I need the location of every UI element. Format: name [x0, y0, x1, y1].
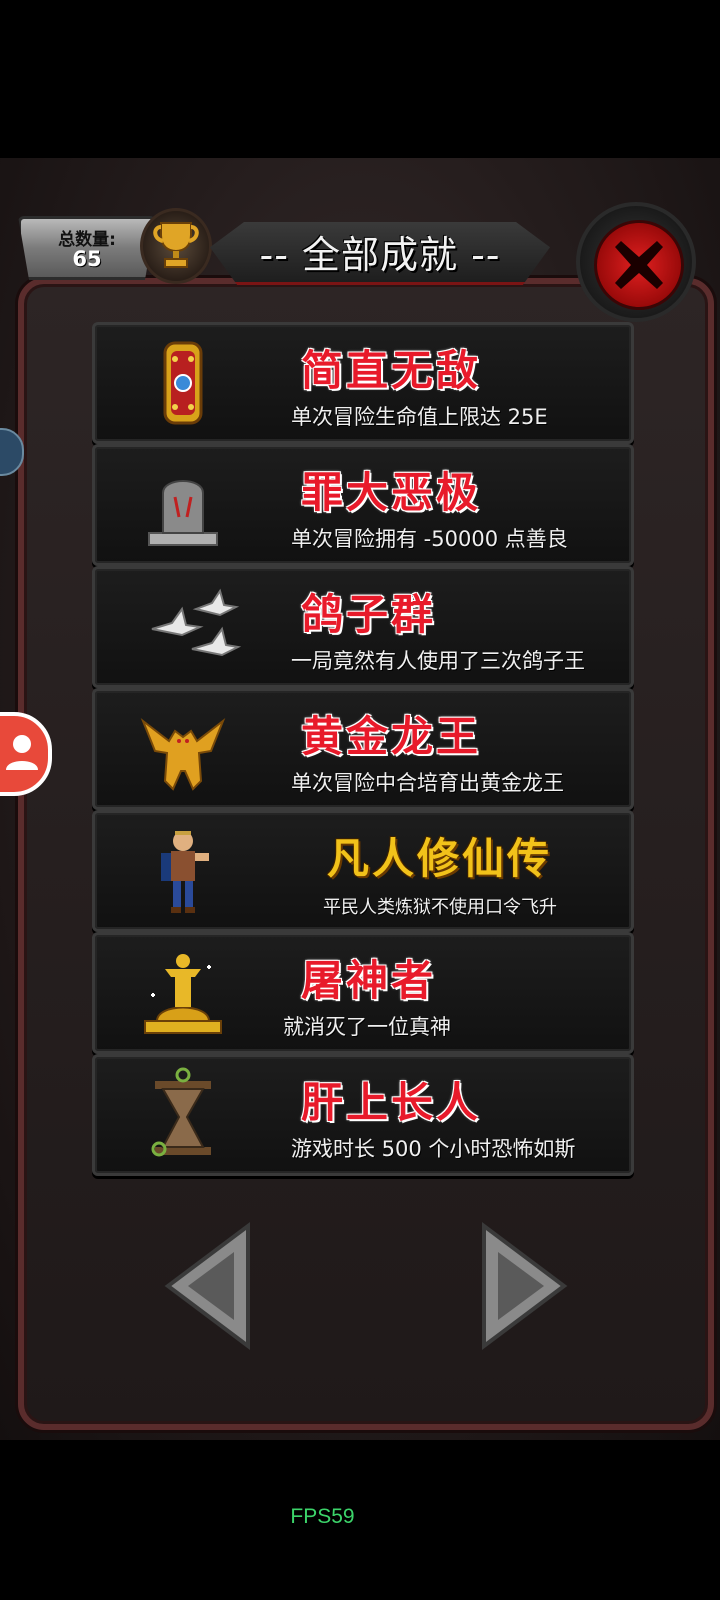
achievement-desc: 一局竟然有人使用了三次鸽子王	[291, 649, 585, 673]
achievement-card[interactable]: 鸽子群 一局竟然有人使用了三次鸽子王	[92, 566, 634, 688]
trophy-badge	[140, 208, 212, 284]
achievement-card[interactable]: 屠神者 就消灭了一位真神	[92, 932, 634, 1054]
golden-statue-icon	[144, 954, 222, 1034]
achievement-desc: 单次冒险中合培育出黄金龙王	[291, 771, 564, 795]
arrow-left-icon	[164, 1222, 250, 1350]
achievement-desc: 平民人类炼狱不使用口令飞升	[323, 897, 557, 918]
user-icon	[6, 735, 38, 770]
achievement-card[interactable]: 肝上长人 游戏时长 500 个小时恐怖如斯	[92, 1054, 634, 1176]
page-title: -- 全部成就 --	[259, 233, 501, 277]
achievement-desc: 游戏时长 500 个小时恐怖如斯	[291, 1137, 576, 1161]
achievement-title: 肝上长人	[301, 1078, 482, 1127]
prev-page-button[interactable]	[164, 1222, 254, 1350]
achievement-card[interactable]: 黄金龙王 单次冒险中合培育出黄金龙王	[92, 688, 634, 810]
achievement-title: 罪大恶极	[301, 468, 482, 517]
peasant-icon	[161, 831, 209, 913]
count-value: 65	[72, 247, 102, 271]
achievement-card[interactable]: 凡人修仙传 平民人类炼狱不使用口令飞升	[92, 810, 634, 932]
count-plate: 总数量: 65	[18, 216, 156, 280]
hourglass-icon	[151, 1067, 211, 1157]
next-page-button[interactable]	[478, 1222, 568, 1350]
achievement-desc: 就消灭了一位真神	[283, 1015, 451, 1039]
achievement-card[interactable]: 简直无敌 单次冒险生命值上限达 25E	[92, 322, 634, 444]
achievement-title: 简直无敌	[301, 346, 482, 395]
close-button[interactable]	[576, 202, 696, 322]
pigeon-flock-icon	[151, 588, 242, 657]
header: 总数量: 65 -- 全部成就 --	[0, 196, 720, 476]
achievement-desc: 单次冒险拥有 -50000 点善良	[291, 527, 568, 551]
achievement-title: 黄金龙王	[301, 712, 482, 761]
close-icon	[615, 241, 663, 289]
achievement-desc: 单次冒险生命值上限达 25E	[291, 405, 548, 429]
close-button-face[interactable]	[594, 220, 684, 310]
fps-counter: FPS59	[290, 1505, 355, 1528]
achievement-title: 凡人修仙传	[327, 834, 553, 883]
golden-shield-icon	[163, 341, 203, 425]
arrow-right-icon	[482, 1222, 568, 1350]
achievement-title: 屠神者	[301, 956, 437, 1005]
achievement-card[interactable]: 罪大恶极 单次冒险拥有 -50000 点善良	[92, 444, 634, 566]
golden-dragon-icon	[140, 717, 226, 791]
trophy-icon	[153, 222, 199, 268]
tombstone-icon	[148, 480, 218, 546]
achievement-title: 鸽子群	[301, 590, 437, 639]
